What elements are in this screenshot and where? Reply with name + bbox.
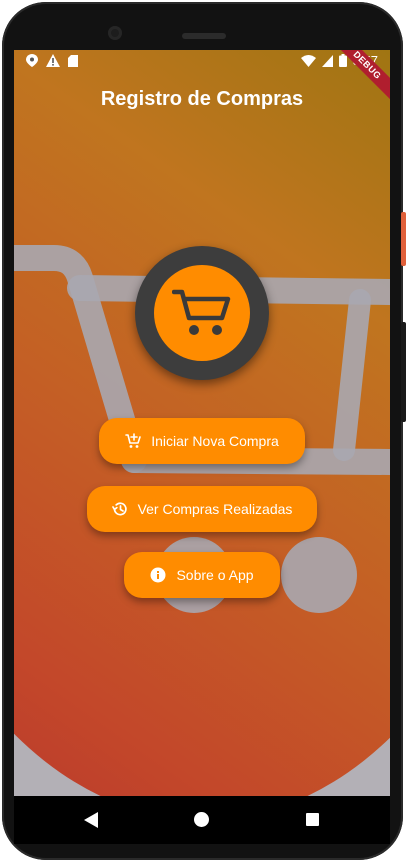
about-button[interactable]: Sobre o App [124, 552, 280, 598]
location-icon [26, 54, 38, 67]
navigation-bar [14, 796, 390, 844]
sd-card-icon [68, 54, 78, 67]
front-camera [108, 26, 122, 40]
recent-apps-icon[interactable] [306, 813, 319, 826]
status-left-icons [26, 54, 78, 67]
start-purchase-label: Iniciar Nova Compra [151, 433, 279, 449]
warning-icon [46, 54, 60, 67]
app-logo [135, 246, 269, 380]
add-shopping-cart-icon [125, 433, 141, 448]
signal-icon [321, 54, 333, 67]
view-purchases-button[interactable]: Ver Compras Realizadas [87, 486, 317, 532]
power-button [401, 212, 406, 266]
app-screen: 8:57 DEBUG Registro de Compras Iniciar N… [14, 50, 390, 796]
earpiece-speaker [182, 33, 226, 39]
about-label: Sobre o App [176, 567, 254, 583]
history-icon [111, 502, 127, 516]
app-logo-inner [154, 265, 250, 361]
page-title: Registro de Compras [100, 88, 304, 110]
view-purchases-label: Ver Compras Realizadas [137, 501, 293, 517]
volume-button [401, 322, 406, 422]
wifi-icon [300, 54, 316, 67]
shopping-cart-icon [172, 289, 231, 335]
home-icon[interactable] [194, 812, 209, 827]
status-bar: 8:57 [14, 50, 390, 72]
info-icon [150, 567, 166, 583]
battery-icon [338, 54, 347, 67]
start-purchase-button[interactable]: Iniciar Nova Compra [99, 418, 305, 464]
back-icon[interactable] [84, 812, 98, 828]
